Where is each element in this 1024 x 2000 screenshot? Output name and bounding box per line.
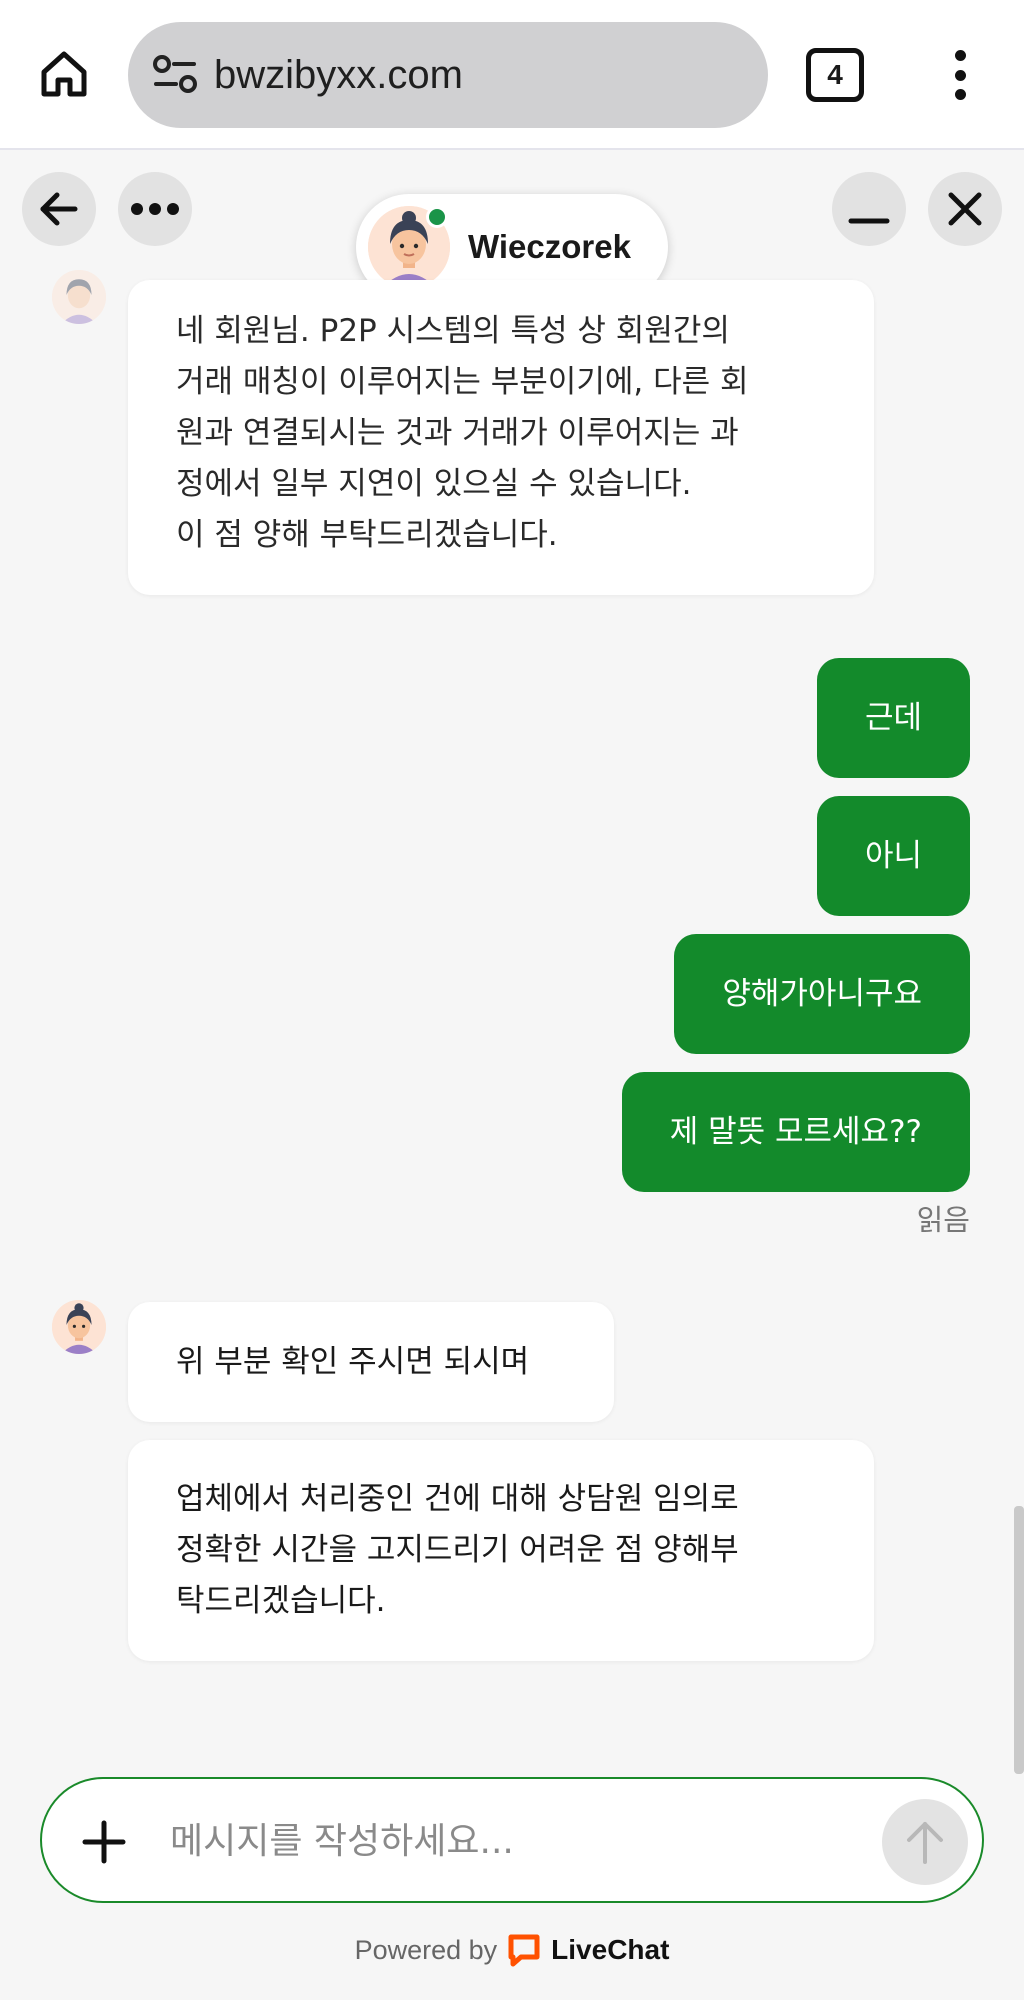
agent-message: 위 부분 확인 주시면 되시며 xyxy=(128,1302,614,1422)
agent-avatar-small xyxy=(52,270,106,324)
plus-icon xyxy=(82,1820,126,1864)
attach-button[interactable] xyxy=(76,1814,132,1870)
user-message: 아니 xyxy=(816,796,970,916)
livechat-logo-icon xyxy=(508,1934,540,1967)
agent-avatar-icon xyxy=(52,1300,106,1354)
message-input[interactable] xyxy=(170,1809,790,1873)
chat-scrollbar[interactable] xyxy=(1014,1506,1024,1774)
browser-menu-button[interactable] xyxy=(934,50,986,100)
livechat-brand-name: LiveChat xyxy=(551,1934,670,1965)
send-button[interactable] xyxy=(882,1799,968,1885)
home-icon xyxy=(41,51,87,97)
more-options-button[interactable] xyxy=(118,172,192,246)
more-horizontal-icon xyxy=(131,203,179,215)
agent-message: 네 회원님. P2P 시스템의 특성 상 회원간의 거래 매칭이 이루어지는 부… xyxy=(128,280,874,595)
powered-by-footer[interactable]: Powered by LiveChat xyxy=(0,1930,1024,1970)
menu-dot xyxy=(954,50,966,61)
close-icon xyxy=(948,192,982,226)
minimize-icon xyxy=(848,218,890,224)
address-bar[interactable]: bwzibyxx.com xyxy=(128,22,768,128)
menu-dot xyxy=(954,89,966,100)
browser-toolbar: bwzibyxx.com 4 xyxy=(0,0,1024,150)
agent-avatar-icon xyxy=(52,270,106,324)
agent-message: 업체에서 처리중인 건에 대해 상담원 임의로 정확한 시간을 고지드리기 어려… xyxy=(128,1440,874,1661)
user-message: 양해가아니구요 xyxy=(674,934,970,1054)
read-receipt: 읽음 xyxy=(916,1203,970,1237)
user-message: 제 말뜻 모르세요?? xyxy=(621,1072,970,1192)
home-button[interactable] xyxy=(34,44,94,104)
back-button[interactable] xyxy=(22,172,96,246)
agent-name: Wieczorek xyxy=(468,228,631,265)
minimize-button[interactable] xyxy=(832,172,906,246)
online-status-dot xyxy=(426,206,448,228)
site-settings-icon[interactable] xyxy=(150,52,200,98)
url-text[interactable]: bwzibyxx.com xyxy=(214,48,463,102)
tab-switcher-button[interactable]: 4 xyxy=(806,48,864,102)
agent-avatar-small xyxy=(52,1300,106,1354)
message-composer xyxy=(40,1777,984,1903)
menu-dot xyxy=(954,69,966,81)
arrow-up-icon xyxy=(907,1822,943,1864)
close-button[interactable] xyxy=(928,172,1002,246)
powered-by-label: Powered by xyxy=(354,1934,498,1965)
arrow-left-icon xyxy=(40,192,78,226)
user-message: 근데 xyxy=(816,658,970,778)
